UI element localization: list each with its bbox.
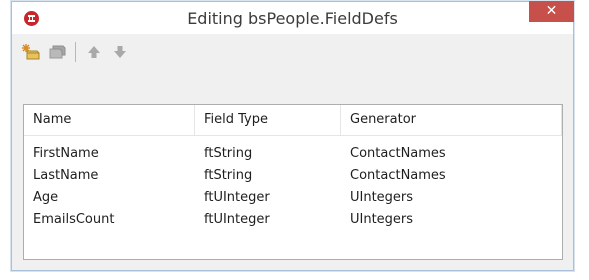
table-row[interactable]: Age ftUInteger UIntegers	[24, 187, 562, 209]
cell-name: EmailsCount	[33, 212, 115, 227]
table-row[interactable]: LastName ftString ContactNames	[24, 165, 562, 187]
cell-name: FirstName	[33, 146, 99, 161]
add-all-icon[interactable]	[46, 41, 68, 63]
title-bar: Editing bsPeople.FieldDefs ✕	[12, 1, 574, 34]
cell-generator: ContactNames	[350, 168, 446, 183]
toolbar-area	[12, 34, 573, 100]
cell-field-type: ftString	[204, 168, 253, 183]
column-header-field-type[interactable]: Field Type	[195, 105, 341, 135]
cell-name: Age	[33, 190, 59, 205]
grid-header: Name Field Type Generator	[24, 105, 562, 136]
table-row[interactable]: EmailsCount ftUInteger UIntegers	[24, 209, 562, 231]
move-down-icon[interactable]	[109, 41, 131, 63]
column-header-name[interactable]: Name	[24, 105, 195, 135]
cell-field-type: ftString	[204, 146, 253, 161]
column-header-generator[interactable]: Generator	[341, 105, 562, 135]
close-button[interactable]: ✕	[529, 1, 574, 22]
editor-window: Editing bsPeople.FieldDefs ✕ Name Field …	[11, 1, 574, 271]
cell-field-type: ftUInteger	[204, 190, 270, 205]
cell-name: LastName	[33, 168, 99, 183]
cell-field-type: ftUInteger	[204, 212, 270, 227]
toolbar	[20, 39, 131, 65]
cell-generator: UIntegers	[350, 190, 414, 205]
field-defs-grid[interactable]: Name Field Type Generator FirstName ftSt…	[23, 104, 563, 260]
toolbar-separator	[75, 42, 76, 62]
move-up-icon[interactable]	[83, 41, 105, 63]
table-row[interactable]: FirstName ftString ContactNames	[24, 143, 562, 165]
cell-generator: UIntegers	[350, 212, 414, 227]
window-title: Editing bsPeople.FieldDefs	[187, 9, 398, 28]
cell-generator: ContactNames	[350, 146, 446, 161]
add-new-icon[interactable]	[20, 41, 42, 63]
